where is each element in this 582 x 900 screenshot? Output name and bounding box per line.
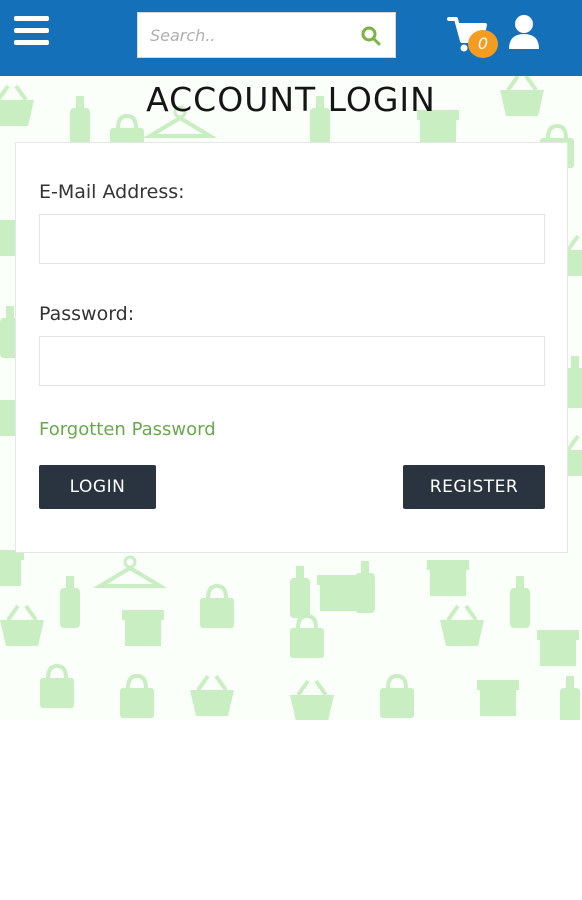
search-input[interactable] — [138, 13, 353, 57]
top-bar: 0 — [0, 0, 582, 76]
email-label: E-Mail Address: — [39, 181, 185, 203]
page-title: ACCOUNT LOGIN — [146, 80, 436, 119]
forgotten-password-link[interactable]: Forgotten Password — [39, 419, 216, 440]
search-box — [137, 12, 396, 58]
password-label: Password: — [39, 303, 135, 325]
register-button[interactable]: REGISTER — [403, 465, 545, 509]
search-icon[interactable] — [361, 26, 381, 46]
user-icon[interactable] — [506, 14, 542, 50]
email-field[interactable] — [39, 214, 545, 264]
password-field[interactable] — [39, 336, 545, 386]
cart-count-badge: 0 — [468, 30, 498, 58]
login-button[interactable]: LOGIN — [39, 465, 156, 509]
menu-icon[interactable] — [14, 16, 49, 46]
login-form: E-Mail Address: Password: Forgotten Pass… — [15, 142, 568, 553]
